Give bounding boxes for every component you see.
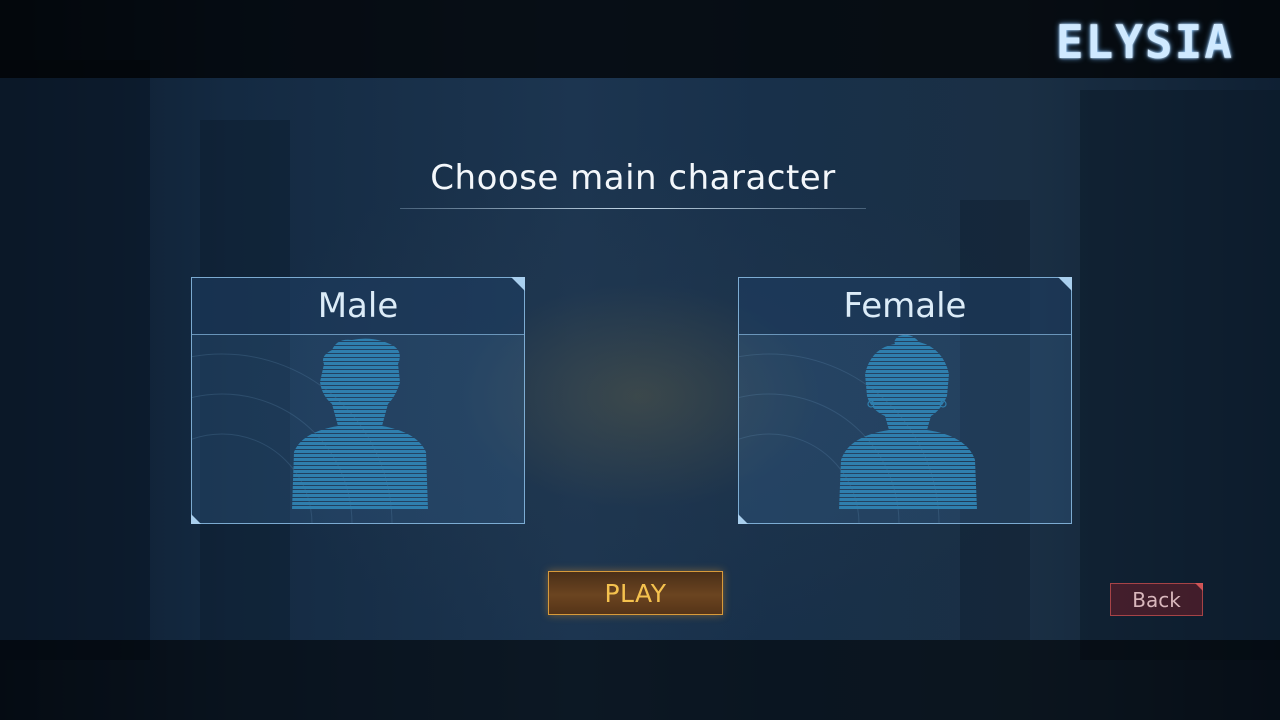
back-button[interactable]: Back [1110,583,1203,616]
game-logo: ELYSIA [1055,15,1234,69]
background-building [1080,90,1280,660]
corner-accent [1058,277,1072,291]
title-underline [400,208,866,209]
page-title: Choose main character [430,158,836,198]
male-silhouette-icon [192,338,428,524]
bottom-bar [0,640,1280,720]
character-card-male[interactable]: Male [191,277,525,524]
character-label-male: Male [317,286,399,326]
play-button[interactable]: PLAY [548,571,723,615]
card-header: Female [739,278,1071,335]
character-label-female: Female [843,286,967,326]
female-silhouette-icon [739,334,977,524]
card-header: Male [192,278,524,335]
background-building [0,60,150,660]
corner-accent [511,277,525,291]
character-card-female[interactable]: Female [738,277,1072,524]
